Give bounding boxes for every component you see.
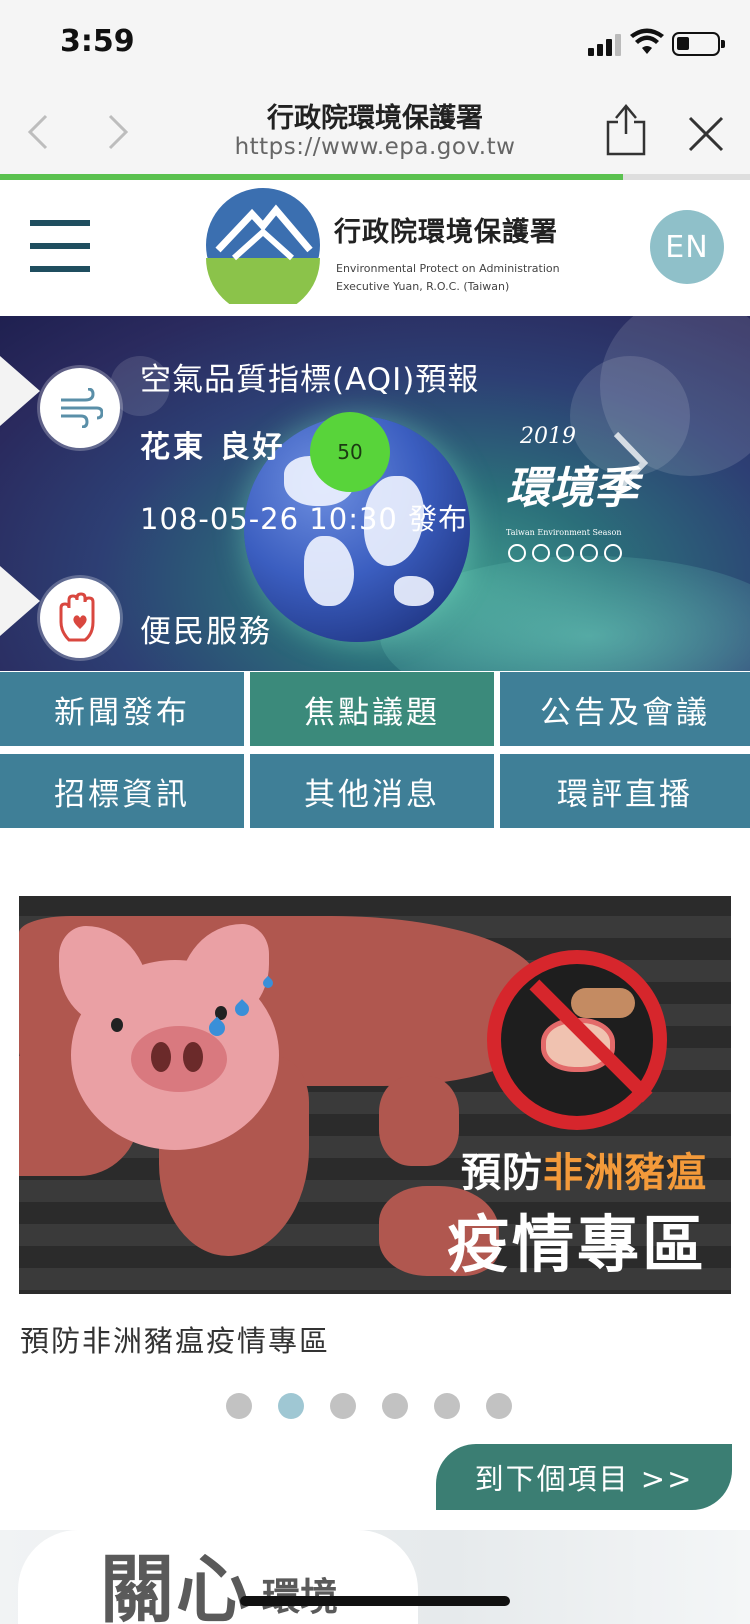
category-other-news[interactable]: 其他消息 <box>250 754 494 828</box>
season-year: 2019 <box>520 424 576 449</box>
home-indicator[interactable] <box>240 1596 510 1606</box>
logo-subtitle-line1: Environmental Protect on Administration <box>336 262 560 275</box>
season-icons <box>508 544 628 566</box>
hero-notch <box>0 356 40 426</box>
battery-icon <box>672 32 725 56</box>
carousel-dot[interactable] <box>486 1393 512 1419</box>
slide-headline: 預防非洲豬瘟 <box>461 1150 707 1196</box>
category-eia-live[interactable]: 環評直播 <box>500 754 750 828</box>
menu-icon[interactable] <box>30 220 90 272</box>
section-title-big: 關心 <box>100 1547 252 1624</box>
category-news[interactable]: 新聞發布 <box>0 672 244 746</box>
page: 3:59 行政院環境保護署 https://www.epa.gov.tw 行政院… <box>0 0 750 1624</box>
wind-icon[interactable] <box>40 368 120 448</box>
aqi-title: 空氣品質指標(AQI)預報 <box>140 362 480 398</box>
carousel-dot[interactable] <box>278 1393 304 1419</box>
carousel-dot[interactable] <box>226 1393 252 1419</box>
site-header: 行政院環境保護署 Environmental Protect on Admini… <box>0 180 750 316</box>
hero-notch <box>0 566 40 636</box>
carousel-dot[interactable] <box>330 1393 356 1419</box>
carousel-dot[interactable] <box>382 1393 408 1419</box>
hero-banner[interactable]: 空氣品質指標(AQI)預報 花東 良好 50 108-05-26 10:30 發… <box>0 316 750 671</box>
logo-subtitle-line2: Executive Yuan, R.O.C. (Taiwan) <box>336 280 510 293</box>
aqi-publish-time: 108-05-26 10:30 發布 <box>140 502 469 536</box>
carousel-dot[interactable] <box>434 1393 460 1419</box>
share-icon[interactable] <box>604 100 648 156</box>
english-language-button[interactable]: EN <box>650 210 724 284</box>
slide-subheadline: 疫情專區 <box>446 1208 707 1281</box>
signal-icon <box>588 34 624 56</box>
hand-heart-icon[interactable] <box>40 578 120 658</box>
next-item-button[interactable]: 到下個項目 >> <box>436 1444 732 1510</box>
environment-season-logo: 2019 環境季 Taiwan Environment Season <box>506 424 646 562</box>
category-announcements[interactable]: 公告及會議 <box>500 672 750 746</box>
wifi-icon <box>630 28 664 54</box>
public-service-label[interactable]: 便民服務 <box>140 606 272 651</box>
browser-chrome: 3:59 行政院環境保護署 https://www.epa.gov.tw <box>0 0 750 180</box>
no-meat-icon <box>487 950 667 1130</box>
close-icon[interactable] <box>686 114 726 154</box>
category-tenders[interactable]: 招標資訊 <box>0 754 244 828</box>
aqi-region-status: 花東 良好 <box>140 430 286 465</box>
season-english: Taiwan Environment Season <box>506 528 622 537</box>
epa-logo-icon[interactable] <box>204 186 322 304</box>
category-focus-topics[interactable]: 焦點議題 <box>250 672 494 746</box>
status-time: 3:59 <box>60 24 135 59</box>
slide-caption[interactable]: 預防非洲豬瘟疫情專區 <box>20 1318 330 1360</box>
carousel-slide[interactable]: 預防非洲豬瘟 疫情專區 <box>19 896 731 1294</box>
section-title-small: 環境 <box>262 1566 338 1621</box>
logo-title: 行政院環境保護署 <box>334 217 558 248</box>
season-title: 環境季 <box>506 463 638 514</box>
aqi-value-badge: 50 <box>310 412 390 492</box>
